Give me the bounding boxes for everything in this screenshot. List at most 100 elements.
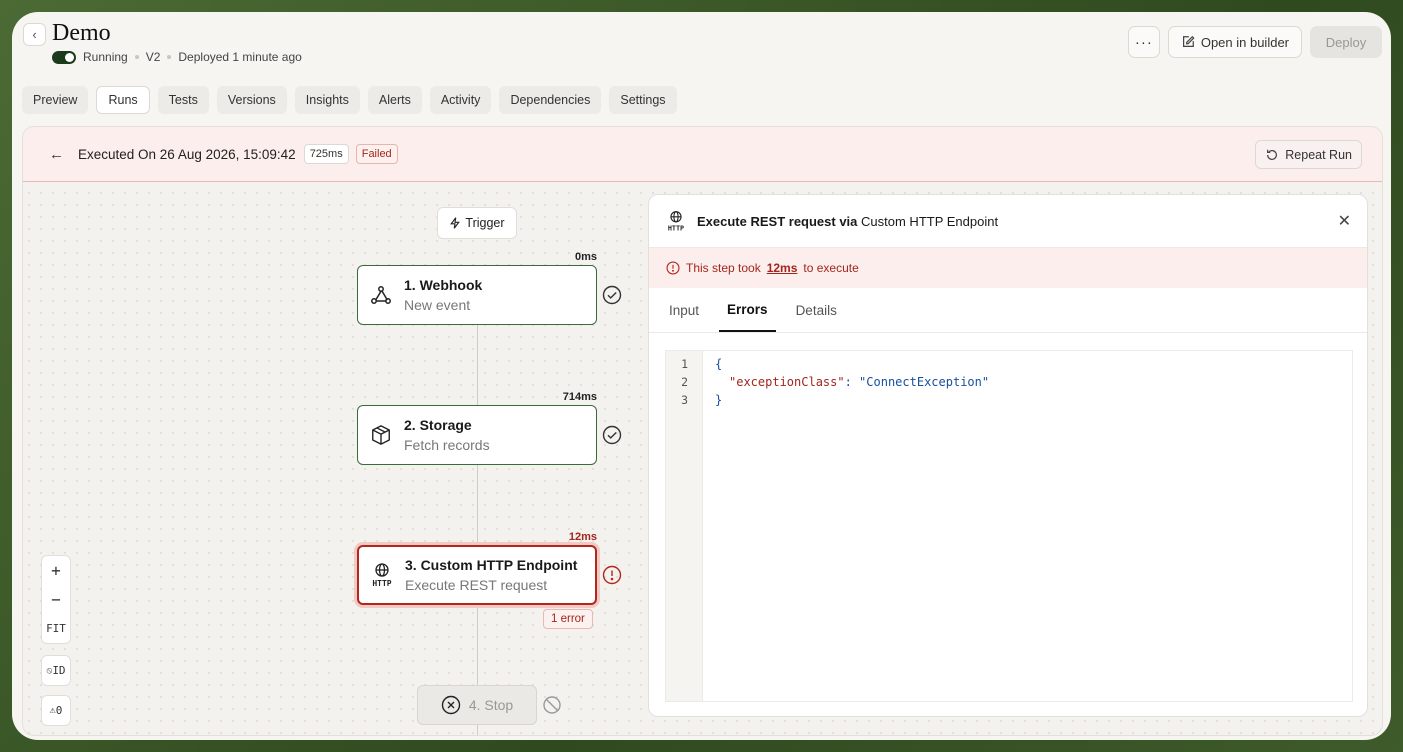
- run-canvas: ← Executed On 26 Aug 2026, 15:09:42 725m…: [22, 126, 1383, 736]
- lightning-icon: [450, 217, 461, 229]
- toggle-id-button[interactable]: ⦸ ID: [41, 655, 71, 686]
- step-title: 4. Stop: [468, 697, 514, 713]
- error-time: 12ms: [766, 261, 798, 275]
- tab-preview[interactable]: Preview: [22, 86, 89, 114]
- error-prefix: This step took: [686, 261, 761, 275]
- zoom-out-button[interactable]: −: [41, 585, 71, 614]
- step-node-custom-http[interactable]: HTTP 3. Custom HTTP Endpoint Execute RES…: [357, 545, 597, 605]
- tab-errors[interactable]: Errors: [719, 288, 776, 332]
- step-subtitle: Execute REST request: [405, 577, 548, 593]
- error-suffix: to execute: [803, 261, 859, 275]
- code-text: }: [715, 393, 723, 407]
- app-window: ‹ Demo Running V2 Deployed 1 minute ago …: [12, 12, 1391, 740]
- chevron-left-icon: ‹: [32, 27, 37, 42]
- step-detail-panel: HTTP Execute REST request via Custom HTT…: [648, 194, 1368, 717]
- fit-button[interactable]: FIT: [41, 614, 71, 643]
- check-circle-icon: [602, 425, 622, 445]
- panel-tabs: Input Errors Details: [649, 288, 1367, 333]
- page-title: Demo: [52, 20, 111, 46]
- json-value: "ConnectException": [859, 375, 990, 389]
- step-duration: 0ms: [574, 251, 597, 263]
- code-text: "exceptionClass": "ConnectException": [729, 375, 989, 389]
- panel-title-step: Custom HTTP Endpoint: [861, 213, 999, 229]
- warnings-button[interactable]: ⚠ 0: [41, 695, 71, 726]
- webhook-icon: [358, 283, 404, 307]
- line-number: 3: [681, 393, 688, 407]
- svg-text:HTTP: HTTP: [372, 579, 391, 588]
- code-line: 1 {: [666, 355, 722, 373]
- check-circle-icon: [602, 285, 622, 305]
- tab-alerts[interactable]: Alerts: [367, 86, 422, 114]
- trigger-label: Trigger: [465, 216, 505, 230]
- arrow-left-icon[interactable]: ←: [49, 146, 65, 163]
- status-badge: Failed: [355, 144, 398, 164]
- tab-dependencies[interactable]: Dependencies: [499, 86, 602, 114]
- step-title: 1. Webhook: [404, 277, 483, 293]
- back-button[interactable]: ‹: [23, 23, 46, 46]
- id-label: ID: [52, 664, 66, 677]
- toggle-id: ⦸ ID: [41, 656, 71, 685]
- open-in-builder-label: Open in builder: [1200, 34, 1289, 50]
- close-icon[interactable]: ✕: [1338, 211, 1351, 231]
- panel-title: Execute REST request via Custom HTTP End…: [697, 214, 998, 229]
- tab-settings[interactable]: Settings: [609, 86, 677, 114]
- warnings-count: 0: [55, 704, 63, 717]
- step-title: 3. Custom HTTP Endpoint: [405, 557, 578, 573]
- tab-details[interactable]: Details: [788, 288, 845, 332]
- step-node-stop[interactable]: 4. Stop: [417, 685, 537, 725]
- stop-circle-icon: [441, 695, 461, 715]
- tab-activity[interactable]: Activity: [429, 86, 492, 114]
- error-count-badge[interactable]: 1 error: [543, 609, 593, 629]
- more-button[interactable]: ···: [1127, 26, 1160, 58]
- zoom-in-button[interactable]: +: [41, 556, 71, 585]
- line-number: 2: [681, 375, 688, 389]
- status-row: Running V2 Deployed 1 minute ago: [52, 50, 302, 64]
- separator-dot: [134, 55, 139, 59]
- executed-on-label: Executed On 26 Aug 2026, 15:09:42: [78, 146, 296, 162]
- code-viewer[interactable]: 1 { 2 "exceptionClass": "ConnectExceptio…: [665, 350, 1353, 702]
- http-globe-icon: HTTP: [665, 210, 687, 232]
- tab-input[interactable]: Input: [661, 288, 707, 332]
- json-key: "exceptionClass": [729, 375, 845, 389]
- open-in-builder-button[interactable]: Open in builder: [1167, 26, 1302, 58]
- box-icon: [358, 424, 404, 446]
- error-circle-icon: [666, 261, 680, 275]
- http-globe-icon: HTTP: [359, 562, 405, 588]
- code-line: 2 "exceptionClass": "ConnectException": [666, 373, 989, 391]
- refresh-icon: [1267, 149, 1278, 160]
- line-number: 1: [681, 357, 688, 371]
- code-line: 3 }: [666, 391, 722, 409]
- deploy-button[interactable]: Deploy: [1310, 26, 1382, 58]
- run-header: ← Executed On 26 Aug 2026, 15:09:42 725m…: [23, 127, 1382, 182]
- error-circle-icon: [602, 565, 622, 585]
- step-node-webhook[interactable]: 1. Webhook New event: [357, 265, 597, 325]
- tab-tests[interactable]: Tests: [157, 86, 209, 114]
- duration-badge: 725ms: [303, 144, 349, 164]
- step-duration: 714ms: [562, 391, 597, 403]
- step-node-storage[interactable]: 2. Storage Fetch records: [357, 405, 597, 465]
- tab-insights[interactable]: Insights: [294, 86, 360, 114]
- deploy-label: Deploy: [1325, 34, 1367, 50]
- tab-versions[interactable]: Versions: [216, 86, 287, 114]
- connector-line: [477, 323, 478, 405]
- edit-icon: [1182, 35, 1195, 47]
- trigger-node[interactable]: Trigger: [437, 207, 517, 239]
- status-label: Running: [83, 50, 128, 64]
- skipped-icon: [543, 696, 561, 714]
- more-icon: ···: [1134, 33, 1153, 51]
- step-subtitle: New event: [404, 297, 471, 313]
- connector-line: [477, 603, 478, 685]
- running-toggle[interactable]: [52, 50, 76, 64]
- deployed-label: Deployed 1 minute ago: [178, 50, 302, 64]
- panel-title-action: Execute REST request via: [697, 213, 858, 229]
- connector-line: [477, 463, 478, 545]
- step-subtitle: Fetch records: [404, 437, 490, 453]
- tab-runs[interactable]: Runs: [96, 86, 150, 114]
- error-banner: This step took 12ms to execute: [649, 248, 1367, 288]
- json-colon: :: [844, 375, 860, 389]
- repeat-run-button[interactable]: Repeat Run: [1255, 140, 1362, 169]
- step-title: 2. Storage: [404, 417, 472, 433]
- separator-dot: [167, 55, 172, 59]
- svg-text:HTTP: HTTP: [668, 224, 684, 232]
- warnings: ⚠ 0: [41, 696, 71, 725]
